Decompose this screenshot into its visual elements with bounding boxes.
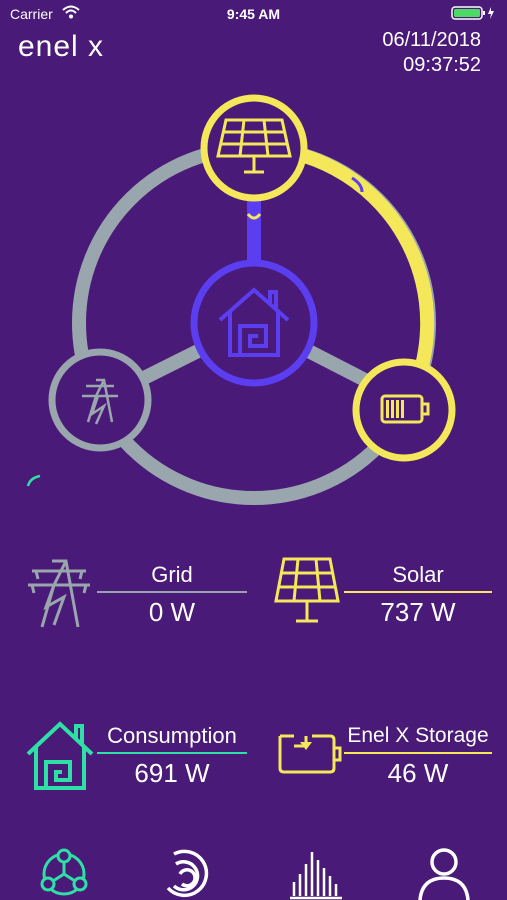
network-icon[interactable] xyxy=(34,846,94,900)
status-time: 9:45 AM xyxy=(226,6,281,22)
storage-node[interactable] xyxy=(352,358,456,462)
battery-storage-icon xyxy=(278,734,342,774)
grid-stat[interactable]: Grid 0 W xyxy=(97,561,247,627)
solar-node[interactable] xyxy=(200,94,308,202)
grid-divider xyxy=(97,591,247,593)
datetime: 06/11/2018 09:37:52 xyxy=(382,28,481,78)
grid-node[interactable] xyxy=(48,348,152,452)
status-bar: Carrier 9:45 AM xyxy=(0,0,507,28)
consumption-divider xyxy=(97,752,247,754)
storage-divider xyxy=(344,752,492,754)
date-label: 06/11/2018 xyxy=(382,29,481,51)
energy-flow-diagram xyxy=(26,94,456,505)
enel-x-logo: enel x xyxy=(18,30,105,63)
battery-icon xyxy=(451,6,494,20)
bars-chart-icon[interactable] xyxy=(286,846,346,900)
solar-divider xyxy=(344,591,492,593)
solar-value: 737 W xyxy=(380,597,456,627)
consumption-label: Consumption xyxy=(107,723,237,748)
home-icon xyxy=(26,721,94,790)
consumption-value: 691 W xyxy=(134,758,210,788)
solar-stat[interactable]: Solar 737 W xyxy=(344,561,492,627)
storage-stat[interactable]: Enel X Storage 46 W xyxy=(344,722,492,788)
gauge-icon[interactable] xyxy=(160,846,220,900)
bottom-nav xyxy=(0,838,507,900)
loading-spinner-icon xyxy=(26,474,41,487)
storage-label: Enel X Storage xyxy=(347,724,489,747)
home-node[interactable] xyxy=(190,259,318,387)
grid-label: Grid xyxy=(151,562,193,587)
solar-label: Solar xyxy=(392,562,444,587)
user-icon[interactable] xyxy=(414,846,474,900)
consumption-stat[interactable]: Consumption 691 W xyxy=(97,722,247,788)
power-pylon-icon xyxy=(28,559,90,628)
storage-value: 46 W xyxy=(387,758,449,788)
solar-panel-icon xyxy=(274,557,340,623)
grid-value: 0 W xyxy=(148,597,196,627)
time-label: 09:37:52 xyxy=(403,54,481,76)
